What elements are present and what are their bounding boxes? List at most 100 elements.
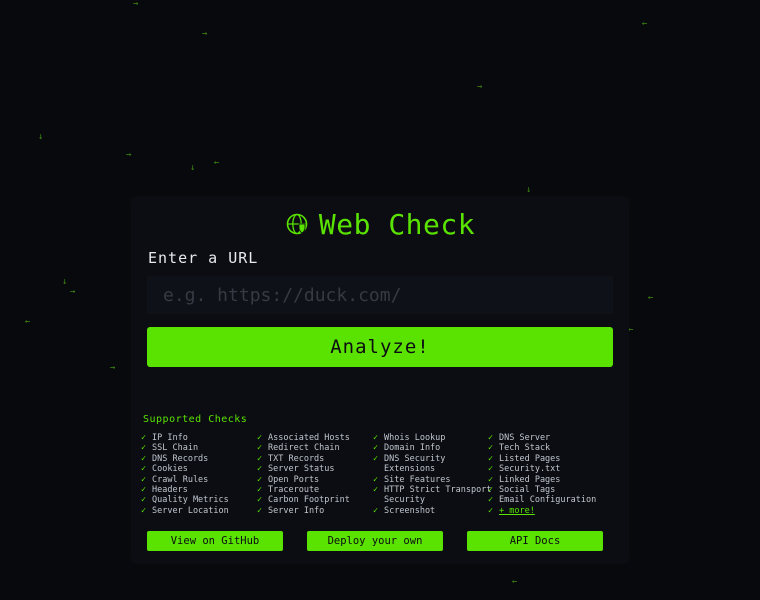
- arrow-icon: →: [126, 150, 132, 160]
- arrow-icon: ↓: [526, 185, 532, 195]
- check-label: Tech Stack: [499, 443, 551, 454]
- check-list-item: ✓ Server Info: [257, 506, 377, 516]
- checks-column: ✓ Associated Hosts ✓ Redirect Chain ✓ TXT Rec…: [257, 433, 377, 516]
- check-label: Email Configuration: [499, 495, 597, 506]
- check-label: Linked Pages: [499, 474, 561, 485]
- check-list-item: ✓ Social Tags: [488, 485, 608, 495]
- arrow-icon: →: [70, 287, 76, 297]
- check-mark-icon: ✓: [141, 453, 147, 464]
- check-list-item: ✓ Carbon Footprint: [257, 495, 377, 505]
- check-list-item: ✓ Quality Metrics: [141, 495, 261, 505]
- arrow-icon: →: [202, 29, 208, 39]
- check-list-item: ✓ Cookies: [141, 464, 261, 474]
- arrow-icon: ↓: [38, 132, 44, 142]
- header: Web Check: [131, 206, 629, 242]
- check-label: HTTP Strict Transport Security: [384, 485, 492, 506]
- check-mark-icon: ✓: [257, 474, 263, 485]
- check-label: Quality Metrics: [152, 495, 229, 506]
- url-label: Enter a URL: [148, 249, 259, 267]
- check-label: Server Status: [268, 464, 335, 475]
- check-label: Headers: [152, 485, 188, 496]
- check-list-item: ✓ IP Info: [141, 433, 261, 443]
- check-mark-icon: ✓: [141, 443, 147, 454]
- check-list-item: ✓ Open Ports: [257, 475, 377, 485]
- check-mark-icon: ✓: [488, 443, 494, 454]
- check-mark-icon: ✓: [257, 433, 263, 443]
- check-list-item: ✓ Screenshot: [373, 506, 493, 516]
- check-label: DNS Security Extensions: [384, 453, 446, 475]
- check-mark-icon: ✓: [373, 443, 379, 454]
- api-docs-button[interactable]: API Docs: [467, 531, 603, 551]
- check-mark-icon: ✓: [373, 433, 379, 443]
- github-button[interactable]: View on GitHub: [147, 531, 283, 551]
- check-label: Whois Lookup: [384, 433, 446, 443]
- check-label: Cookies: [152, 464, 188, 475]
- check-label: Carbon Footprint: [268, 495, 350, 506]
- check-label: Redirect Chain: [268, 443, 340, 454]
- arrow-icon: ←: [648, 293, 654, 303]
- check-mark-icon: ✓: [373, 474, 379, 485]
- check-list-item: ✓ Site Features: [373, 475, 493, 485]
- check-label: Server Location: [152, 505, 229, 516]
- check-list-item: ✓ Email Configuration: [488, 495, 608, 505]
- check-mark-icon: ✓: [141, 433, 147, 443]
- check-mark-icon: ✓: [257, 453, 263, 464]
- url-input[interactable]: [147, 276, 613, 314]
- arrow-icon: ↓: [190, 163, 196, 173]
- check-mark-icon: ✓: [488, 485, 494, 496]
- check-mark-icon: ✓: [141, 474, 147, 485]
- check-label: Listed Pages: [499, 453, 561, 464]
- more-checks-link[interactable]: + more!: [499, 506, 608, 516]
- check-mark-icon: ✓: [373, 485, 379, 496]
- checks-column: ✓ DNS Server ✓ Tech Stack ✓ Listed Pages ✓ Secu…: [488, 433, 608, 516]
- check-mark-icon: ✓: [257, 485, 263, 496]
- check-label: Security.txt: [499, 464, 561, 475]
- check-list-item: ✓ Linked Pages: [488, 475, 608, 485]
- check-label: Social Tags: [499, 485, 556, 496]
- more-checks-item[interactable]: ✓ + more!: [488, 506, 608, 516]
- check-mark-icon: ✓: [373, 505, 379, 516]
- check-list-item: ✓ DNS Security Extensions: [373, 454, 493, 475]
- check-label: DNS Server: [499, 433, 551, 443]
- check-list-item: ✓ DNS Server: [488, 433, 608, 443]
- check-mark-icon: ✓: [257, 464, 263, 475]
- arrow-icon: ↓: [62, 277, 68, 287]
- check-label: Associated Hosts: [268, 433, 350, 443]
- check-label: TXT Records: [268, 453, 325, 464]
- checks-column: ✓ IP Info ✓ SSL Chain ✓ DNS Records ✓ Cookies ✓ C…: [141, 433, 261, 516]
- check-list-item: ✓ Traceroute: [257, 485, 377, 495]
- check-label: DNS Records: [152, 453, 209, 464]
- check-mark-icon: ✓: [141, 464, 147, 475]
- check-label: Server Info: [268, 505, 325, 516]
- check-list-item: ✓ Associated Hosts: [257, 433, 377, 443]
- check-list-item: ✓ Domain Info: [373, 443, 493, 453]
- check-list-item: ✓ Tech Stack: [488, 443, 608, 453]
- analyze-button[interactable]: Analyze!: [147, 327, 613, 367]
- check-list-item: ✓ SSL Chain: [141, 443, 261, 453]
- deploy-button[interactable]: Deploy your own: [307, 531, 443, 551]
- arrow-icon: →: [110, 363, 116, 373]
- check-label: Domain Info: [384, 443, 441, 454]
- check-mark-icon: ✓: [488, 433, 494, 443]
- check-label: Site Features: [384, 474, 451, 485]
- arrow-icon: ←: [642, 19, 648, 29]
- check-list-item: ✓ Crawl Rules: [141, 475, 261, 485]
- check-list-item: ✓ Server Location: [141, 506, 261, 516]
- check-list-item: ✓ TXT Records: [257, 454, 377, 464]
- main-card: Web Check Enter a URL Analyze! Supported…: [131, 196, 629, 564]
- check-mark-icon: ✓: [257, 505, 263, 516]
- check-mark-icon: ✓: [488, 453, 494, 464]
- checks-column: ✓ Whois Lookup ✓ Domain Info ✓ DNS Security E…: [373, 433, 493, 516]
- arrow-icon: ←: [512, 577, 518, 587]
- check-label: Open Ports: [268, 474, 320, 485]
- check-mark-icon: ✓: [488, 464, 494, 475]
- supported-checks-heading: Supported Checks: [143, 414, 248, 425]
- check-label: Crawl Rules: [152, 474, 209, 485]
- arrow-icon: →: [477, 82, 483, 92]
- check-mark-icon: ✓: [488, 505, 494, 516]
- check-list-item: ✓ Security.txt: [488, 464, 608, 474]
- check-label: Screenshot: [384, 505, 436, 516]
- globe-shield-icon: [285, 212, 309, 236]
- check-list-item: ✓ Headers: [141, 485, 261, 495]
- check-mark-icon: ✓: [141, 505, 147, 516]
